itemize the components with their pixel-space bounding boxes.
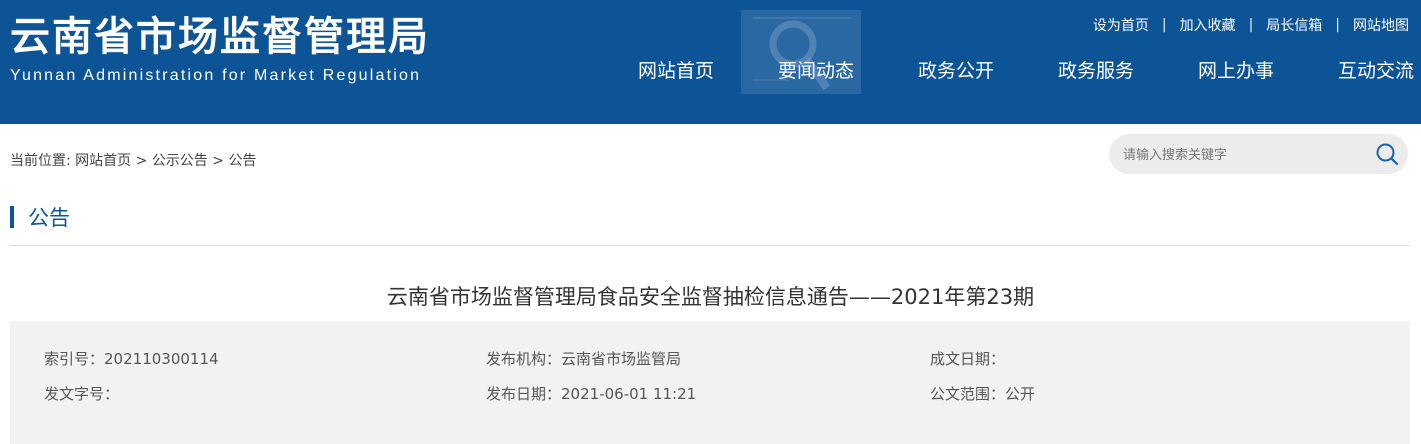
meta-publisher: 发布机构：云南省市场监管局 — [486, 348, 681, 369]
meta-doc-no-label: 发文字号： — [44, 385, 120, 403]
nav-item-news[interactable]: 要闻动态 — [746, 56, 886, 86]
article-meta-panel: 索引号：202110300114 发布机构：云南省市场监管局 成文日期： 发文字… — [10, 321, 1410, 444]
breadcrumb-item-notice[interactable]: 公告 — [228, 153, 256, 169]
top-link-add-favorite[interactable]: 加入收藏 — [1180, 15, 1236, 35]
search-box — [1109, 134, 1408, 176]
meta-publish-date: 发布日期：2021-06-01 11:21 — [486, 383, 696, 404]
section-divider — [10, 245, 1410, 246]
section-title-text: 公告 — [28, 206, 70, 230]
top-link-director-mailbox[interactable]: 局长信箱 — [1266, 15, 1322, 35]
meta-publish-date-label: 发布日期： — [486, 385, 562, 403]
top-links: 设为首页 | 加入收藏 | 局长信箱 | 网站地图 — [1093, 15, 1409, 35]
meta-scope-label: 公文范围： — [930, 385, 1006, 403]
nav-item-home[interactable]: 网站首页 — [606, 56, 746, 86]
meta-index-no-value: 202110300114 — [104, 350, 219, 368]
breadcrumb-item-announcements[interactable]: 公示公告 — [152, 153, 208, 169]
breadcrumb-separator: > — [212, 153, 224, 169]
nav-item-interaction[interactable]: 互动交流 — [1306, 56, 1421, 86]
nav-item-online-services[interactable]: 网上办事 — [1166, 56, 1306, 86]
site-title-en: Yunnan Administration for Market Regulat… — [10, 67, 422, 84]
breadcrumb-item-home[interactable]: 网站首页 — [75, 153, 131, 169]
breadcrumb-separator: > — [135, 153, 148, 169]
section-title-bar — [10, 206, 14, 228]
top-link-separator: | — [1161, 17, 1167, 33]
article-title: 云南省市场监督管理局食品安全监督抽检信息通告——2021年第23期 — [386, 285, 1035, 309]
top-link-separator: | — [1335, 17, 1340, 33]
main-nav: 网站首页 要闻动态 政务公开 政务服务 网上办事 互动交流 — [606, 56, 1421, 86]
breadcrumb: 当前位置: 网站首页 > 公示公告 > 公告 — [10, 150, 256, 170]
meta-publish-date-value: 2021-06-01 11:21 — [561, 385, 697, 403]
meta-publisher-value: 云南省市场监管局 — [561, 350, 682, 368]
meta-doc-date-label: 成文日期： — [930, 350, 1006, 368]
site-header: 云南省市场监督管理局 Yunnan Administration for Mar… — [0, 0, 1421, 124]
top-link-sitemap[interactable]: 网站地图 — [1353, 15, 1409, 35]
top-link-separator: | — [1248, 17, 1254, 33]
meta-scope: 公文范围：公开 — [930, 383, 1035, 404]
nav-item-gov-info[interactable]: 政务公开 — [886, 56, 1026, 86]
top-link-set-homepage[interactable]: 设为首页 — [1093, 15, 1149, 35]
meta-doc-date: 成文日期： — [930, 348, 1005, 369]
breadcrumb-prefix: 当前位置: — [10, 153, 71, 169]
meta-index-no-label: 索引号： — [44, 350, 105, 368]
search-input[interactable] — [1121, 134, 1365, 176]
search-icon[interactable] — [1374, 141, 1400, 167]
meta-scope-value: 公开 — [1005, 385, 1036, 403]
section-title: 公告 — [10, 205, 70, 230]
meta-doc-no: 发文字号： — [44, 383, 119, 404]
site-title-cn[interactable]: 云南省市场监督管理局 — [10, 12, 430, 62]
meta-index-no: 索引号：202110300114 — [44, 348, 219, 369]
meta-publisher-label: 发布机构： — [486, 350, 562, 368]
nav-item-gov-services[interactable]: 政务服务 — [1026, 56, 1166, 86]
